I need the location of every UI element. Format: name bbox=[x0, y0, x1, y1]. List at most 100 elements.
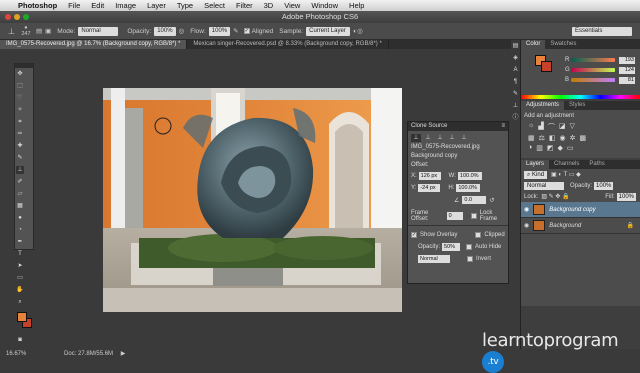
curves-icon[interactable]: ⌒ bbox=[548, 122, 555, 132]
menu-filter[interactable]: Filter bbox=[236, 1, 253, 10]
kind-filter-select[interactable]: ⌕ Kind bbox=[524, 170, 548, 179]
layer-row[interactable]: ◉ Background 🔒 bbox=[521, 218, 640, 234]
black-white-icon[interactable]: ◧ bbox=[549, 134, 556, 142]
history-panel-icon[interactable]: ▤ bbox=[511, 40, 520, 52]
brush-panel-icon[interactable]: ✎ bbox=[511, 88, 520, 100]
red-value[interactable]: 193 bbox=[619, 56, 635, 64]
document-canvas[interactable] bbox=[103, 88, 402, 312]
clone-source-title[interactable]: Clone Source bbox=[411, 122, 447, 131]
offset-y-input[interactable]: -24 px bbox=[418, 184, 441, 192]
red-slider[interactable] bbox=[571, 58, 615, 62]
minimize-window-icon[interactable] bbox=[14, 14, 20, 20]
lasso-tool-icon[interactable]: ➰ bbox=[16, 94, 24, 102]
layer-name[interactable]: Background copy bbox=[549, 207, 595, 213]
color-panel-background-swatch[interactable] bbox=[541, 61, 552, 72]
auto-hide-checkbox[interactable] bbox=[466, 244, 473, 250]
clone-stamp-tool-icon[interactable]: ⊥ bbox=[8, 27, 15, 36]
tab-paths[interactable]: Paths bbox=[584, 160, 609, 169]
paragraph-panel-icon[interactable]: ¶ bbox=[511, 76, 520, 88]
brush-panel-icon[interactable]: ▤ bbox=[36, 27, 42, 35]
menu-edit[interactable]: Edit bbox=[91, 1, 104, 10]
info-panel-icon[interactable]: ⓘ bbox=[511, 112, 520, 124]
marquee-tool-icon[interactable]: ⬚ bbox=[16, 82, 24, 90]
pressure-size-icon[interactable]: ◎ bbox=[357, 27, 363, 35]
tab-layers[interactable]: Layers bbox=[521, 160, 550, 169]
channel-mixer-icon[interactable]: ✲ bbox=[570, 134, 576, 142]
menu-3d[interactable]: 3D bbox=[264, 1, 274, 10]
clone-source-2-icon[interactable]: ⊥ bbox=[423, 134, 433, 142]
menu-view[interactable]: View bbox=[284, 1, 300, 10]
invert-icon[interactable]: ◑ bbox=[528, 144, 532, 152]
blend-mode-select[interactable]: Normal bbox=[524, 181, 564, 190]
color-lookup-icon[interactable]: ▩ bbox=[580, 134, 587, 142]
airbrush-icon[interactable]: ✎ bbox=[233, 27, 238, 35]
scale-w-input[interactable]: 100.0% bbox=[457, 172, 482, 180]
close-window-icon[interactable] bbox=[5, 14, 11, 20]
layer-name[interactable]: Background bbox=[549, 223, 581, 229]
eyedropper-tool-icon[interactable]: ✑ bbox=[16, 130, 24, 138]
clone-source-panel-icon[interactable]: ▣ bbox=[45, 27, 51, 35]
menu-type[interactable]: Type bbox=[177, 1, 193, 10]
clone-source-3-icon[interactable]: ⊥ bbox=[435, 134, 445, 142]
blue-slider[interactable] bbox=[571, 78, 615, 82]
menu-window[interactable]: Window bbox=[311, 1, 338, 10]
clone-source-4-icon[interactable]: ⊥ bbox=[447, 134, 457, 142]
overlay-opacity-input[interactable]: 50% bbox=[442, 243, 461, 251]
threshold-icon[interactable]: ◩ bbox=[547, 144, 554, 152]
workspace-select[interactable]: Essentials bbox=[572, 26, 632, 36]
exposure-icon[interactable]: ◪ bbox=[559, 122, 566, 132]
menu-file[interactable]: File bbox=[68, 1, 80, 10]
history-brush-tool-icon[interactable]: ✐ bbox=[16, 178, 24, 186]
brush-tool-icon[interactable]: ✎ bbox=[16, 154, 24, 162]
type-tool-icon[interactable]: T bbox=[16, 250, 24, 258]
pen-tool-icon[interactable]: ✒ bbox=[16, 238, 24, 246]
zoom-tool-icon[interactable]: ⌕ bbox=[16, 298, 24, 306]
clone-source-icon[interactable]: ⊥ bbox=[511, 100, 520, 112]
offset-x-input[interactable]: 126 px bbox=[418, 172, 441, 180]
clone-source-1-icon[interactable]: ⊥ bbox=[411, 134, 421, 142]
tab-mexican-singer[interactable]: Mexican singer-Recovered.psd @ 8.33% (Ba… bbox=[187, 40, 389, 49]
path-select-tool-icon[interactable]: ➤ bbox=[16, 262, 24, 270]
aligned-checkbox[interactable]: ✓ bbox=[243, 28, 250, 34]
lock-frame-checkbox[interactable] bbox=[471, 213, 477, 219]
filter-icons[interactable]: ▣ ◐ T ▭ ◆ bbox=[551, 171, 581, 178]
layer-opacity-input[interactable]: 100% bbox=[594, 181, 614, 190]
layer-row[interactable]: ◉ Background copy bbox=[521, 202, 640, 218]
crop-tool-icon[interactable]: ⌗ bbox=[16, 118, 24, 126]
move-tool-icon[interactable]: ✥ bbox=[16, 70, 24, 78]
zoom-window-icon[interactable] bbox=[23, 14, 29, 20]
scale-h-input[interactable]: 100.0% bbox=[456, 184, 481, 192]
menu-help[interactable]: Help bbox=[349, 1, 364, 10]
tab-styles[interactable]: Styles bbox=[564, 101, 590, 110]
invert-checkbox[interactable] bbox=[467, 256, 473, 262]
shape-tool-icon[interactable]: ▭ bbox=[16, 274, 24, 282]
tab-swatches[interactable]: Swatches bbox=[545, 40, 581, 49]
tab-channels[interactable]: Channels bbox=[549, 160, 584, 169]
doc-size[interactable]: Doc: 27.8M/55.6M bbox=[64, 351, 113, 357]
green-value[interactable]: 124 bbox=[619, 66, 635, 74]
gradient-tool-icon[interactable]: ▦ bbox=[16, 202, 24, 210]
fill-input[interactable]: 100% bbox=[616, 192, 636, 201]
tab-adjustments[interactable]: Adjustments bbox=[521, 101, 565, 110]
status-menu-icon[interactable]: ▶ bbox=[121, 351, 126, 357]
lock-icons[interactable]: ▨ ✎ ✥ 🔒 bbox=[541, 193, 569, 200]
quick-select-tool-icon[interactable]: ✧ bbox=[16, 106, 24, 114]
gradient-map-icon[interactable]: ▭ bbox=[567, 144, 574, 152]
clipped-checkbox[interactable] bbox=[475, 232, 482, 238]
color-balance-icon[interactable]: ⚖ bbox=[539, 134, 545, 142]
blue-value[interactable]: 81 bbox=[619, 76, 635, 84]
dodge-tool-icon[interactable]: ◔ bbox=[16, 226, 24, 234]
zoom-level[interactable]: 16.67% bbox=[6, 351, 26, 357]
hand-tool-icon[interactable]: ✋ bbox=[16, 286, 24, 294]
clone-source-5-icon[interactable]: ⊥ bbox=[459, 134, 469, 142]
panel-menu-icon[interactable]: ≡ bbox=[501, 122, 505, 131]
vibrance-icon[interactable]: ▽ bbox=[569, 122, 574, 132]
pressure-opacity-icon[interactable]: ◎ bbox=[179, 27, 185, 35]
menu-app[interactable]: Photoshop bbox=[18, 1, 57, 10]
menu-select[interactable]: Select bbox=[204, 1, 225, 10]
clone-stamp-tool-icon[interactable]: ⊥ bbox=[16, 166, 24, 174]
photo-filter-icon[interactable]: ◉ bbox=[560, 134, 566, 142]
sample-select[interactable]: Current Layer bbox=[306, 26, 351, 36]
visibility-eye-icon[interactable]: ◉ bbox=[524, 222, 529, 229]
hue-saturation-icon[interactable]: ▦ bbox=[528, 134, 535, 142]
